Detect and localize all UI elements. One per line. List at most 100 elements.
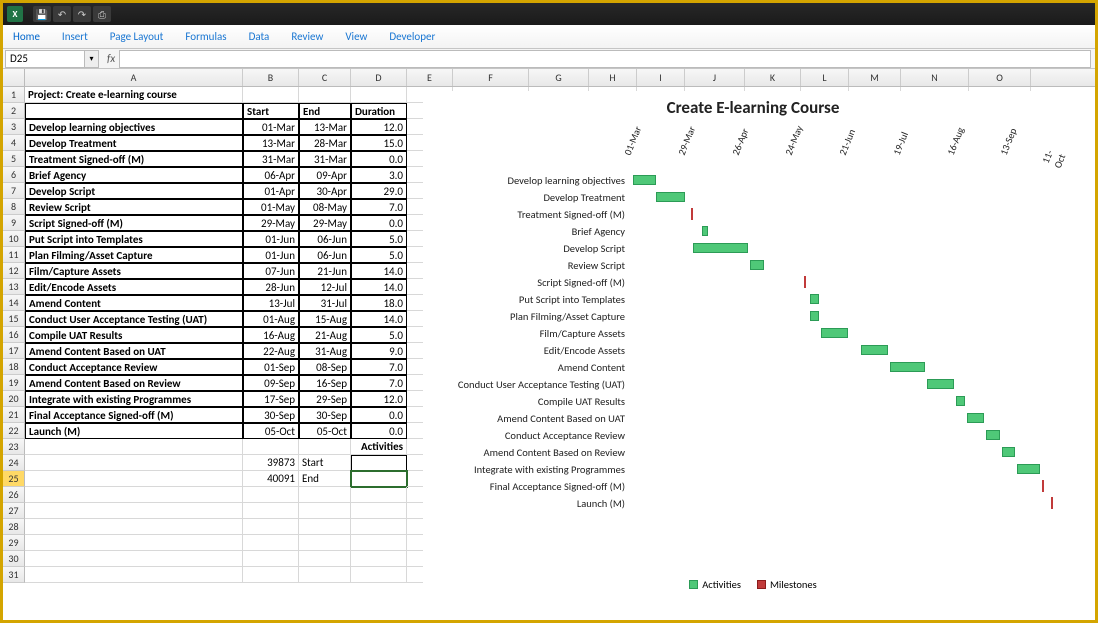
cell[interactable] (25, 439, 243, 455)
cell[interactable]: 16-Aug (243, 327, 299, 343)
cell[interactable]: 07-Jun (243, 263, 299, 279)
cell[interactable]: 22-Aug (243, 343, 299, 359)
row-header[interactable]: 29 (3, 535, 25, 551)
name-box-dropdown[interactable]: ▾ (85, 50, 99, 68)
cell[interactable]: 7.0 (351, 199, 407, 215)
cell[interactable]: Develop learning objectives (25, 119, 243, 135)
gantt-chart[interactable]: Create E-learning Course 01-Mar29-Mar26-… (423, 91, 1083, 601)
cell[interactable]: 31-Mar (299, 151, 351, 167)
row-header[interactable]: 15 (3, 311, 25, 327)
row-header[interactable]: 27 (3, 503, 25, 519)
column-header-O[interactable]: O (969, 69, 1031, 86)
cell[interactable]: 06-Jun (299, 231, 351, 247)
cell[interactable]: 15-Aug (299, 311, 351, 327)
column-header-G[interactable]: G (529, 69, 589, 86)
cell[interactable]: Conduct Acceptance Review (25, 359, 243, 375)
row-header[interactable]: 16 (3, 327, 25, 343)
cell[interactable]: Treatment Signed-off (M) (25, 151, 243, 167)
cell[interactable]: 28-Jun (243, 279, 299, 295)
cell[interactable]: 12.0 (351, 119, 407, 135)
cell[interactable] (25, 567, 243, 583)
tab-home[interactable]: Home (11, 26, 42, 47)
row-header[interactable]: 31 (3, 567, 25, 583)
row-header[interactable]: 5 (3, 151, 25, 167)
row-header[interactable]: 26 (3, 487, 25, 503)
cell[interactable]: 0.0 (351, 151, 407, 167)
cell[interactable] (299, 439, 351, 455)
formula-bar[interactable] (119, 50, 1091, 68)
row-header[interactable]: 24 (3, 455, 25, 471)
cell[interactable]: 7.0 (351, 359, 407, 375)
cell[interactable] (25, 455, 243, 471)
cell[interactable]: 18.0 (351, 295, 407, 311)
row-header[interactable]: 4 (3, 135, 25, 151)
cell[interactable] (25, 551, 243, 567)
cell[interactable]: Duration (351, 103, 407, 119)
row-header[interactable]: 10 (3, 231, 25, 247)
cell[interactable]: 29-May (243, 215, 299, 231)
row-header[interactable]: 9 (3, 215, 25, 231)
cell[interactable]: 01-Mar (243, 119, 299, 135)
tab-insert[interactable]: Insert (60, 26, 90, 47)
row-header[interactable]: 30 (3, 551, 25, 567)
cell[interactable]: 08-Sep (299, 359, 351, 375)
cell[interactable]: 39873 (243, 455, 299, 471)
cell[interactable]: 28-Mar (299, 135, 351, 151)
column-header-D[interactable]: D (351, 69, 407, 86)
cell[interactable]: 0.0 (351, 407, 407, 423)
cell[interactable]: 15.0 (351, 135, 407, 151)
cell[interactable] (25, 503, 243, 519)
row-header[interactable]: 11 (3, 247, 25, 263)
cell[interactable]: 7.0 (351, 375, 407, 391)
cell[interactable] (351, 487, 407, 503)
row-header[interactable]: 3 (3, 119, 25, 135)
cell[interactable] (351, 551, 407, 567)
cell[interactable] (243, 87, 299, 103)
cell[interactable] (25, 103, 243, 119)
cell[interactable]: 29.0 (351, 183, 407, 199)
cell[interactable]: 0.0 (351, 423, 407, 439)
cell[interactable]: 5.0 (351, 327, 407, 343)
cell[interactable]: 01-Apr (243, 183, 299, 199)
cell[interactable]: Launch (M) (25, 423, 243, 439)
cell[interactable]: 14.0 (351, 263, 407, 279)
cell[interactable]: 01-Jun (243, 231, 299, 247)
cell[interactable]: 01-Jun (243, 247, 299, 263)
spreadsheet-grid[interactable]: ABCDEFGHIJKLMNO 1Project: Create e-learn… (3, 69, 1095, 620)
row-header[interactable]: 8 (3, 199, 25, 215)
column-header-C[interactable]: C (299, 69, 351, 86)
cell[interactable]: 01-Aug (243, 311, 299, 327)
cell[interactable]: 09-Sep (243, 375, 299, 391)
column-header-E[interactable]: E (407, 69, 453, 86)
cell[interactable] (299, 567, 351, 583)
row-header[interactable]: 2 (3, 103, 25, 119)
qat-undo-icon[interactable]: ↶ (53, 6, 71, 22)
row-header[interactable]: 6 (3, 167, 25, 183)
cell[interactable]: 40091 (243, 471, 299, 487)
cell[interactable]: 13-Jul (243, 295, 299, 311)
cell[interactable]: 05-Oct (299, 423, 351, 439)
cell[interactable] (299, 551, 351, 567)
cell[interactable] (299, 535, 351, 551)
cell[interactable]: 08-May (299, 199, 351, 215)
cell[interactable] (243, 519, 299, 535)
cell[interactable]: 29-May (299, 215, 351, 231)
cell[interactable] (299, 87, 351, 103)
cell[interactable]: 14.0 (351, 279, 407, 295)
cell[interactable]: 14.0 (351, 311, 407, 327)
tab-page-layout[interactable]: Page Layout (108, 26, 166, 47)
cell[interactable]: End (299, 103, 351, 119)
cell[interactable]: Amend Content Based on UAT (25, 343, 243, 359)
tab-developer[interactable]: Developer (387, 26, 437, 47)
row-header[interactable]: 13 (3, 279, 25, 295)
tab-data[interactable]: Data (247, 26, 272, 47)
cell[interactable]: 5.0 (351, 231, 407, 247)
tab-formulas[interactable]: Formulas (183, 26, 228, 47)
row-header[interactable]: 1 (3, 87, 25, 103)
cell[interactable]: Put Script into Templates (25, 231, 243, 247)
cell[interactable]: End (299, 471, 351, 487)
column-header-A[interactable]: A (25, 69, 243, 86)
select-all-corner[interactable] (3, 69, 25, 86)
cell[interactable] (351, 455, 407, 471)
cell[interactable]: 06-Apr (243, 167, 299, 183)
